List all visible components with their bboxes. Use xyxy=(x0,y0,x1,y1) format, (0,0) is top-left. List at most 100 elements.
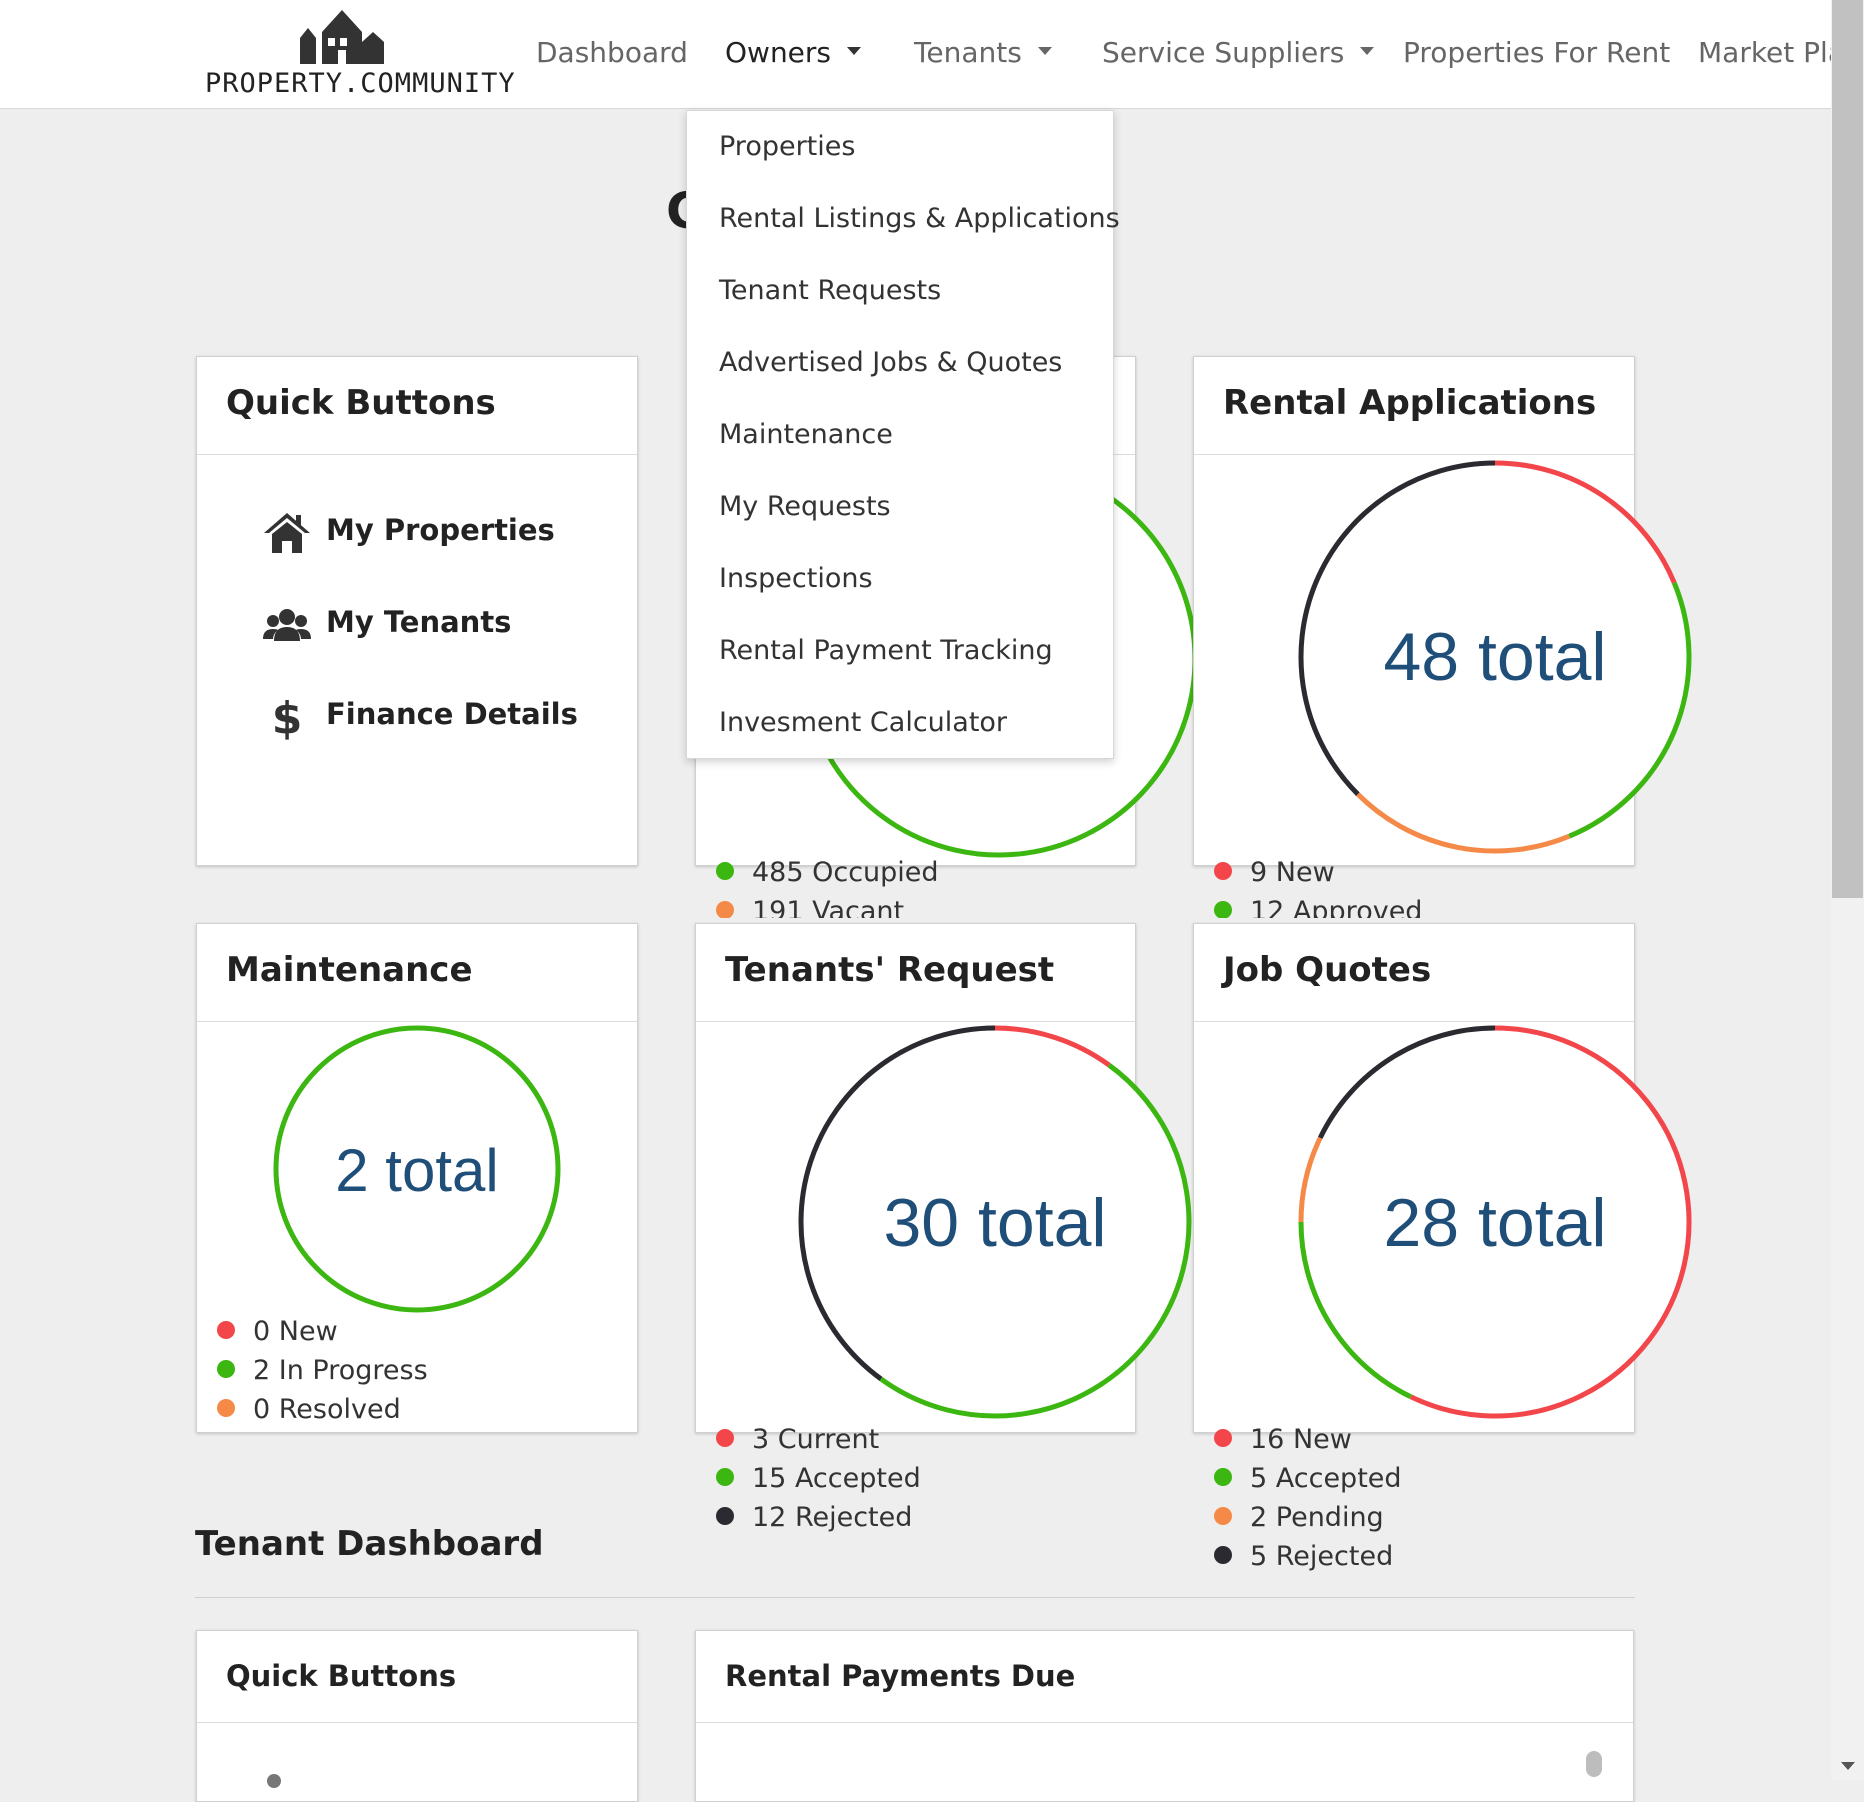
menu-item-tenant-requests[interactable]: Tenant Requests xyxy=(719,275,941,306)
nav-market-place[interactable]: Market Pla xyxy=(1698,36,1845,69)
orange-dot-icon xyxy=(716,900,734,918)
red-dot-icon xyxy=(1214,1428,1232,1447)
nav-properties-for-rent[interactable]: Properties For Rent xyxy=(1403,36,1670,69)
legend-label: 0 New xyxy=(253,1316,338,1347)
orange-dot-icon xyxy=(217,1398,235,1417)
card-title: Quick Buttons xyxy=(197,357,637,455)
nav-owners-label: Owners xyxy=(725,36,832,69)
legend-label: 5 Rejected xyxy=(1250,1541,1394,1572)
orange-dot-icon xyxy=(1214,1506,1232,1525)
house-logo-icon xyxy=(300,10,384,64)
card-title: Maintenance xyxy=(197,924,637,1022)
scroll-thumb[interactable] xyxy=(1832,0,1863,898)
page-scrollbar[interactable] xyxy=(1831,0,1864,1780)
section-divider xyxy=(195,1597,1635,1598)
legend-label: 3 Current xyxy=(752,1424,880,1455)
menu-item-my-requests[interactable]: My Requests xyxy=(719,491,891,522)
legend-item: 9 New xyxy=(1214,857,1422,896)
legend-item: 0 Resolved xyxy=(217,1394,428,1433)
users-icon xyxy=(263,609,311,641)
green-dot-icon xyxy=(217,1359,235,1378)
rental-applications-legend: 9 New 12 Approved xyxy=(1214,857,1422,918)
tenant-quick-buttons-card: Quick Buttons xyxy=(196,1630,638,1802)
menu-item-properties[interactable]: Properties xyxy=(719,131,855,162)
brand-logo[interactable]: PROPERTY.COMMUNITY xyxy=(205,8,516,100)
black-dot-icon xyxy=(1214,1545,1232,1564)
green-dot-icon xyxy=(1214,900,1232,918)
brand-name: PROPERTY.COMMUNITY xyxy=(205,68,516,99)
legend-item: 3 Current xyxy=(716,1424,921,1463)
legend-item: 191 Vacant xyxy=(716,896,939,918)
tenant-dashboard-title: Tenant Dashboard xyxy=(195,1524,544,1564)
nav-owners[interactable]: Owners xyxy=(725,36,862,69)
nav-tenants[interactable]: Tenants xyxy=(914,36,1052,69)
job-quotes-legend: 16 New 5 Accepted 2 Pending 5 Rejected xyxy=(1214,1424,1402,1580)
card-title: Job Quotes xyxy=(1194,924,1634,1022)
card-title: Rental Applications xyxy=(1194,357,1634,455)
finance-details-label: Finance Details xyxy=(326,697,578,731)
my-tenants-label: My Tenants xyxy=(326,605,512,639)
legend-item: 0 New xyxy=(217,1316,428,1355)
maintenance-total: 2 total xyxy=(335,1137,499,1204)
legend-label: 12 Rejected xyxy=(752,1502,913,1533)
legend-item: 12 Rejected xyxy=(716,1502,921,1541)
rental-payments-due-card: Rental Payments Due xyxy=(695,1630,1634,1802)
nav-service-suppliers-label: Service Suppliers xyxy=(1102,36,1345,69)
legend-label: 16 New xyxy=(1250,1424,1352,1455)
nav-properties-for-rent-label: Properties For Rent xyxy=(1403,36,1671,69)
maintenance-legend: 0 New 2 In Progress 0 Resolved xyxy=(217,1316,428,1433)
red-dot-icon xyxy=(217,1320,235,1339)
legend-item: 5 Accepted xyxy=(1214,1463,1402,1502)
rental-applications-total: 48 total xyxy=(1383,619,1607,695)
menu-item-rental-listings[interactable]: Rental Listings & Applications xyxy=(719,203,1120,234)
owners-dropdown-menu: Properties Rental Listings & Application… xyxy=(686,110,1120,759)
menu-item-advertised-jobs[interactable]: Advertised Jobs & Quotes xyxy=(719,347,1062,378)
properties-legend: 485 Occupied 191 Vacant xyxy=(716,857,939,918)
menu-item-inspections[interactable]: Inspections xyxy=(719,563,873,594)
svg-text:$: $ xyxy=(272,693,303,741)
card-scroll-thumb[interactable] xyxy=(1586,1751,1602,1777)
legend-label: 9 New xyxy=(1250,857,1335,888)
legend-label: 15 Accepted xyxy=(752,1463,921,1494)
caret-down-icon xyxy=(1037,47,1052,55)
nav-tenants-label: Tenants xyxy=(914,36,1022,69)
legend-item: 2 Pending xyxy=(1214,1502,1402,1541)
legend-label: 0 Resolved xyxy=(253,1394,401,1425)
scroll-down-arrow-icon[interactable] xyxy=(1841,1762,1855,1770)
caret-down-icon xyxy=(847,47,862,55)
legend-item: 485 Occupied xyxy=(716,857,939,896)
black-dot-icon xyxy=(716,1506,734,1525)
card-title: Rental Payments Due xyxy=(696,1631,1633,1723)
menu-item-investment-calculator[interactable]: Invesment Calculator xyxy=(719,707,1007,738)
legend-label: 485 Occupied xyxy=(752,857,939,888)
green-dot-icon xyxy=(716,861,734,880)
legend-label: 5 Accepted xyxy=(1250,1463,1402,1494)
card-title: Quick Buttons xyxy=(197,1631,637,1723)
user-icon xyxy=(267,1774,281,1788)
tenants-request-total: 30 total xyxy=(883,1185,1107,1261)
legend-item: 16 New xyxy=(1214,1424,1402,1463)
legend-item: 2 In Progress xyxy=(217,1355,428,1394)
tenants-request-legend: 3 Current 15 Accepted 12 Rejected xyxy=(716,1424,921,1541)
legend-label: 2 Pending xyxy=(1250,1502,1384,1533)
legend-item: 5 Rejected xyxy=(1214,1541,1402,1580)
job-quotes-total: 28 total xyxy=(1383,1185,1607,1261)
green-dot-icon xyxy=(1214,1467,1232,1486)
green-dot-icon xyxy=(716,1467,734,1486)
legend-item: 12 Approved xyxy=(1214,896,1422,918)
legend-label: 191 Vacant xyxy=(752,896,905,918)
legend-label: 12 Approved xyxy=(1250,896,1423,918)
nav-service-suppliers[interactable]: Service Suppliers xyxy=(1102,36,1375,69)
card-title: Tenants' Request xyxy=(696,924,1135,1022)
nav-dashboard-label: Dashboard xyxy=(536,36,688,69)
caret-down-icon xyxy=(1360,47,1375,55)
red-dot-icon xyxy=(716,1428,734,1447)
top-navbar: PROPERTY.COMMUNITY Dashboard Owners Tena… xyxy=(0,0,1845,109)
nav-dashboard[interactable]: Dashboard xyxy=(536,36,688,69)
legend-label: 2 In Progress xyxy=(253,1355,428,1386)
legend-item: 15 Accepted xyxy=(716,1463,921,1502)
menu-item-rental-payment-tracking[interactable]: Rental Payment Tracking xyxy=(719,635,1053,666)
house-icon xyxy=(264,513,310,553)
my-properties-label: My Properties xyxy=(326,513,555,547)
menu-item-maintenance[interactable]: Maintenance xyxy=(719,419,893,450)
